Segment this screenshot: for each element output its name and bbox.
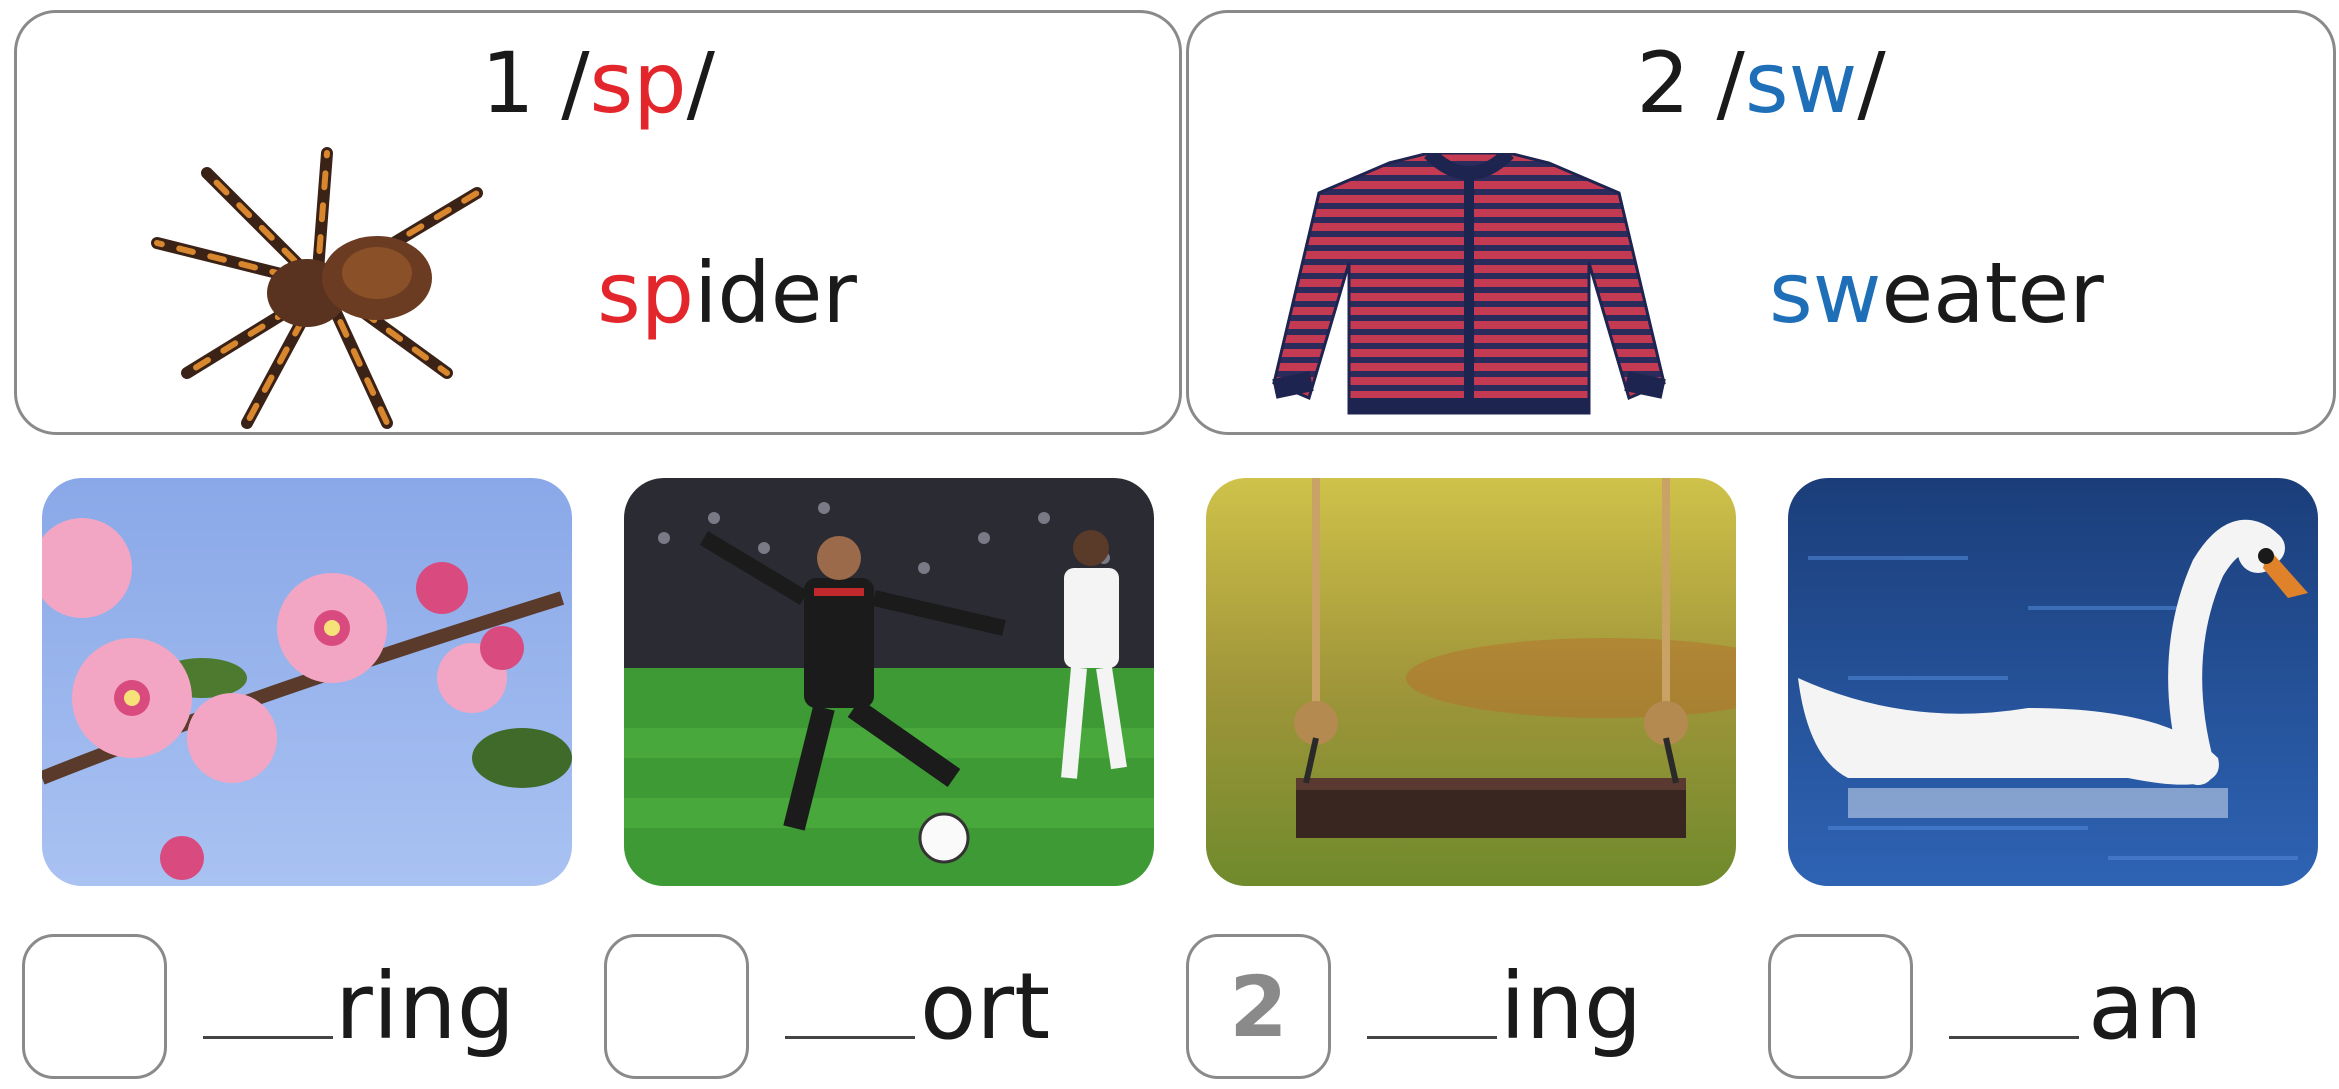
card-number: 2: [1636, 34, 1690, 132]
answer-value: 2: [1229, 957, 1288, 1056]
word-suffix: ring: [335, 953, 516, 1060]
football-player-picture: [624, 478, 1154, 886]
sound-label: sw: [1744, 34, 1858, 132]
blank-line: [203, 1036, 333, 1039]
spider-picture: [127, 133, 507, 433]
example-word: sweater: [1769, 243, 2104, 343]
card-number: 1: [481, 34, 535, 132]
answer-box-3[interactable]: 2: [1186, 934, 1331, 1079]
sound-card-sw: 2 /sw/ sweater: [1186, 10, 2336, 435]
example-word: spider: [597, 243, 857, 343]
word-suffix: ing: [1500, 953, 1643, 1060]
word-suffix: ort: [920, 953, 1051, 1060]
card-title: 2 /sw/: [1189, 33, 2333, 133]
word-suffix: an: [2088, 953, 2203, 1060]
card-title: 1 /sp/: [17, 33, 1179, 133]
slash-close: /: [686, 34, 715, 132]
answer-box-2[interactable]: [604, 934, 749, 1079]
slash-open: /: [1716, 34, 1745, 132]
blossom-picture: [42, 478, 572, 886]
slash-close: /: [1857, 34, 1886, 132]
word-rest-part: ider: [694, 244, 857, 342]
slash-open: /: [561, 34, 590, 132]
swan-picture: [1788, 478, 2318, 886]
blank-line: [1367, 1036, 1497, 1039]
sound-label: sp: [589, 34, 687, 132]
swing-picture: [1206, 478, 1736, 886]
answer-box-1[interactable]: [22, 934, 167, 1079]
word-sound-part: sw: [1769, 244, 1882, 342]
word-sound-part: sp: [597, 244, 695, 342]
word-rest-part: eater: [1881, 244, 2104, 342]
sound-card-sp: 1 /sp/ spider: [14, 10, 1182, 435]
sweater-picture: [1269, 147, 1669, 423]
answer-box-4[interactable]: [1768, 934, 1913, 1079]
blank-line: [785, 1036, 915, 1039]
blank-line: [1949, 1036, 2079, 1039]
